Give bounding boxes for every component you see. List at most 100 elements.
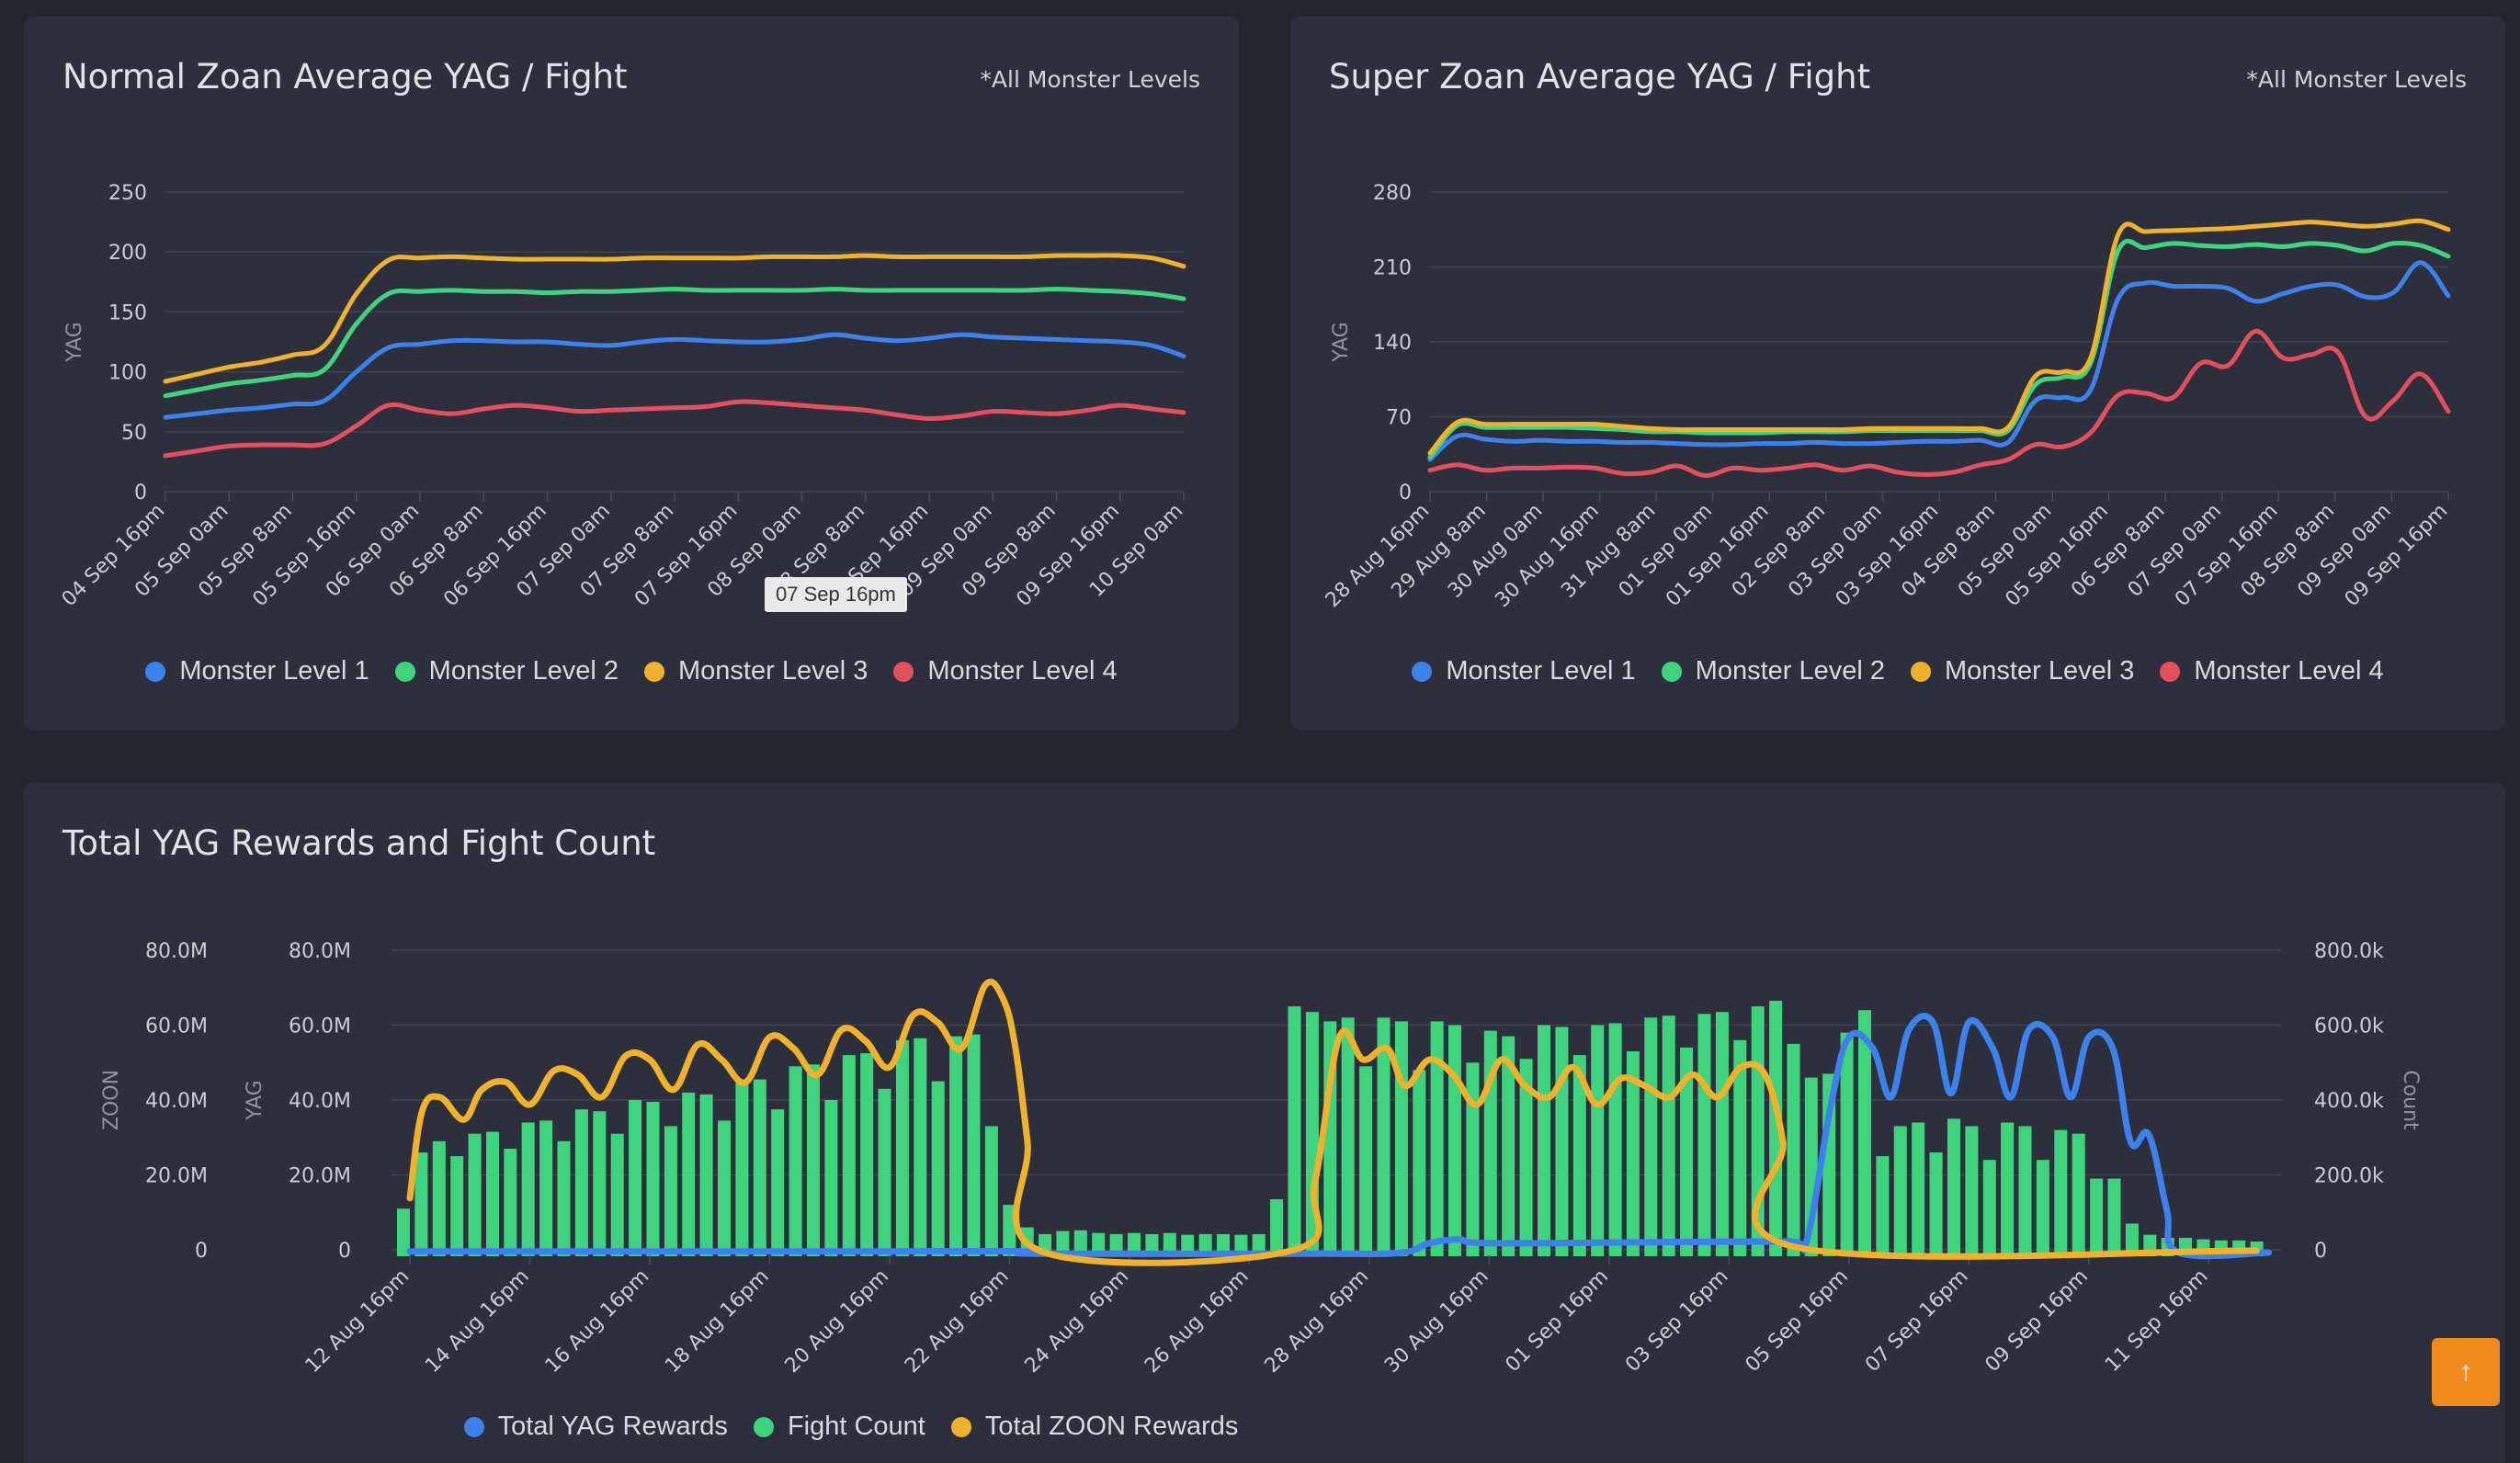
legend-label: Monster Level 4 (2194, 656, 2384, 686)
legend-dot (394, 661, 415, 682)
fight-count-bar (539, 1120, 553, 1256)
fight-count-bar (1947, 1118, 1960, 1256)
x-tick-label: 01 Sep 16pm (1502, 1265, 1614, 1378)
fight-count-bar (2018, 1126, 2032, 1256)
legend-item-level-3[interactable]: Monster Level 3 (644, 656, 868, 686)
fight-count-bar (468, 1133, 482, 1256)
fight-count-bar (967, 1034, 981, 1256)
legend-item-level-1[interactable]: Monster Level 1 (1412, 656, 1636, 686)
count-tick-label: 800.0k (2314, 940, 2384, 963)
fight-count-bar (1591, 1025, 1605, 1256)
fight-count-bar (557, 1140, 571, 1256)
fight-count-bar (414, 1152, 428, 1256)
fight-count-bar (1662, 1015, 1675, 1256)
super-line-chart[interactable]: 070140210280YAG28 Aug 16pm29 Aug 8am30 A… (1290, 17, 2505, 660)
fight-count-bar (914, 1038, 927, 1256)
x-tick-label: 12 Aug 16pm (301, 1265, 414, 1378)
legend-dot (893, 661, 914, 682)
legend-label: Total YAG Rewards (497, 1412, 728, 1441)
fight-count-bar (1270, 1199, 1284, 1256)
y-axis-label: YAG (1330, 322, 1353, 362)
fight-count-bar (1876, 1156, 1890, 1256)
yag-tick-label: 20.0M (289, 1165, 351, 1188)
legend-label: Fight Count (787, 1412, 925, 1441)
series-line-level-4 (163, 399, 1186, 459)
fight-count-bar (1448, 1025, 1461, 1256)
y-tick-label: 200 (108, 242, 147, 265)
legend-label: Monster Level 4 (927, 656, 1118, 686)
scroll-to-top-button[interactable]: ↑ (2432, 1338, 2500, 1406)
fight-count-bar (878, 1088, 891, 1256)
zoon-tick-label: 40.0M (145, 1090, 208, 1113)
fight-count-bar (1466, 1062, 1480, 1257)
x-tick-label: 05 Sep 16pm (1742, 1265, 1854, 1378)
series-line-level-3 (1427, 218, 2451, 456)
legend-item-level-1[interactable]: Monster Level 1 (145, 656, 369, 686)
y-tick-label: 70 (1386, 407, 1412, 430)
x-tick-label: 07 Sep 16pm (1861, 1265, 1973, 1378)
legend-label: Monster Level 2 (1695, 656, 1885, 686)
fight-count-bar (699, 1094, 713, 1256)
y-tick-label: 0 (134, 482, 147, 505)
fight-count-bar (1965, 1126, 1979, 1256)
legend-item-level-4[interactable]: Monster Level 4 (2160, 656, 2384, 686)
fight-count-bar (1555, 1026, 1569, 1256)
x-tick-label: 11 Sep 16pm (2101, 1265, 2213, 1378)
chart-tooltip: 07 Sep 16pm (765, 577, 907, 612)
fight-count-bar (842, 1055, 856, 1256)
fight-count-bar (1929, 1152, 1943, 1256)
x-tick-label: 28 Aug 16pm (1261, 1265, 1374, 1378)
legend-dot (644, 661, 664, 682)
legend-label: Monster Level 2 (428, 656, 619, 686)
legend-item-level-2[interactable]: Monster Level 2 (1661, 656, 1885, 686)
x-tick-label: 16 Aug 16pm (541, 1265, 654, 1378)
fight-count-bar (1715, 1012, 1729, 1256)
fight-count-bar (1697, 1014, 1711, 1256)
fight-count-bar (718, 1120, 731, 1256)
fight-count-bar (2072, 1133, 2085, 1256)
legend-dot (950, 1416, 971, 1437)
series-line-level-1 (163, 332, 1186, 420)
fight-count-bar (895, 1039, 909, 1256)
total-combo-chart[interactable]: 0 0 0 20.0M 20.0M 200.0k 40.0M 40.0M 400.0k 60.0M… (24, 783, 2505, 1408)
x-tick-label: 14 Aug 16pm (421, 1265, 534, 1378)
fight-count-bar (574, 1109, 588, 1256)
legend-item-fight-count[interactable]: Fight Count (753, 1412, 925, 1442)
fight-count-bar (789, 1066, 802, 1256)
legend-dot (2160, 661, 2181, 682)
normal-line-chart[interactable]: 050100150200250YAG04 Sep 16pm05 Sep 0am0… (24, 17, 1239, 660)
legend-item-level-4[interactable]: Monster Level 4 (893, 656, 1118, 686)
fight-count-bar (450, 1156, 464, 1256)
legend-dot (1412, 661, 1433, 682)
count-tick-label: 400.0k (2314, 1090, 2384, 1113)
yag-tick-label: 60.0M (289, 1015, 351, 1038)
fight-count-bar (1341, 1017, 1355, 1256)
legend-label: Monster Level 1 (1446, 656, 1636, 686)
fight-count-bar (984, 1126, 998, 1256)
series-line-level-4 (1427, 328, 2451, 478)
legend-dot (463, 1416, 484, 1437)
fight-count-bar (1359, 1066, 1373, 1256)
fight-count-bar (1288, 1006, 1301, 1256)
legend-label: Monster Level 1 (179, 656, 369, 686)
legend-item-level-3[interactable]: Monster Level 3 (1911, 656, 2134, 686)
fight-count-bar (2001, 1122, 2015, 1256)
legend-dot (145, 661, 166, 682)
x-tick-label: 24 Aug 16pm (1021, 1265, 1134, 1378)
y-tick-label: 100 (108, 362, 147, 385)
x-tick-label: 22 Aug 16pm (901, 1265, 1014, 1378)
x-tick-label: 30 Aug 16pm (1380, 1265, 1493, 1378)
legend-item-level-2[interactable]: Monster Level 2 (394, 656, 619, 686)
legend-item-total-zoon[interactable]: Total ZOON Rewards (950, 1412, 1238, 1442)
fight-count-bar (771, 1109, 785, 1256)
y-tick-label: 140 (1373, 332, 1412, 355)
yag-axis-label: YAG (244, 1080, 267, 1120)
y-tick-label: 0 (1399, 482, 1412, 505)
fight-count-bar (486, 1131, 499, 1256)
fight-count-bar (432, 1140, 446, 1256)
legend-dot (753, 1416, 774, 1437)
fight-count-bar (2054, 1129, 2068, 1256)
fight-count-bar (1840, 1032, 1854, 1256)
x-tick-label: 26 Aug 16pm (1141, 1265, 1254, 1378)
legend-item-total-yag[interactable]: Total YAG Rewards (463, 1412, 728, 1442)
